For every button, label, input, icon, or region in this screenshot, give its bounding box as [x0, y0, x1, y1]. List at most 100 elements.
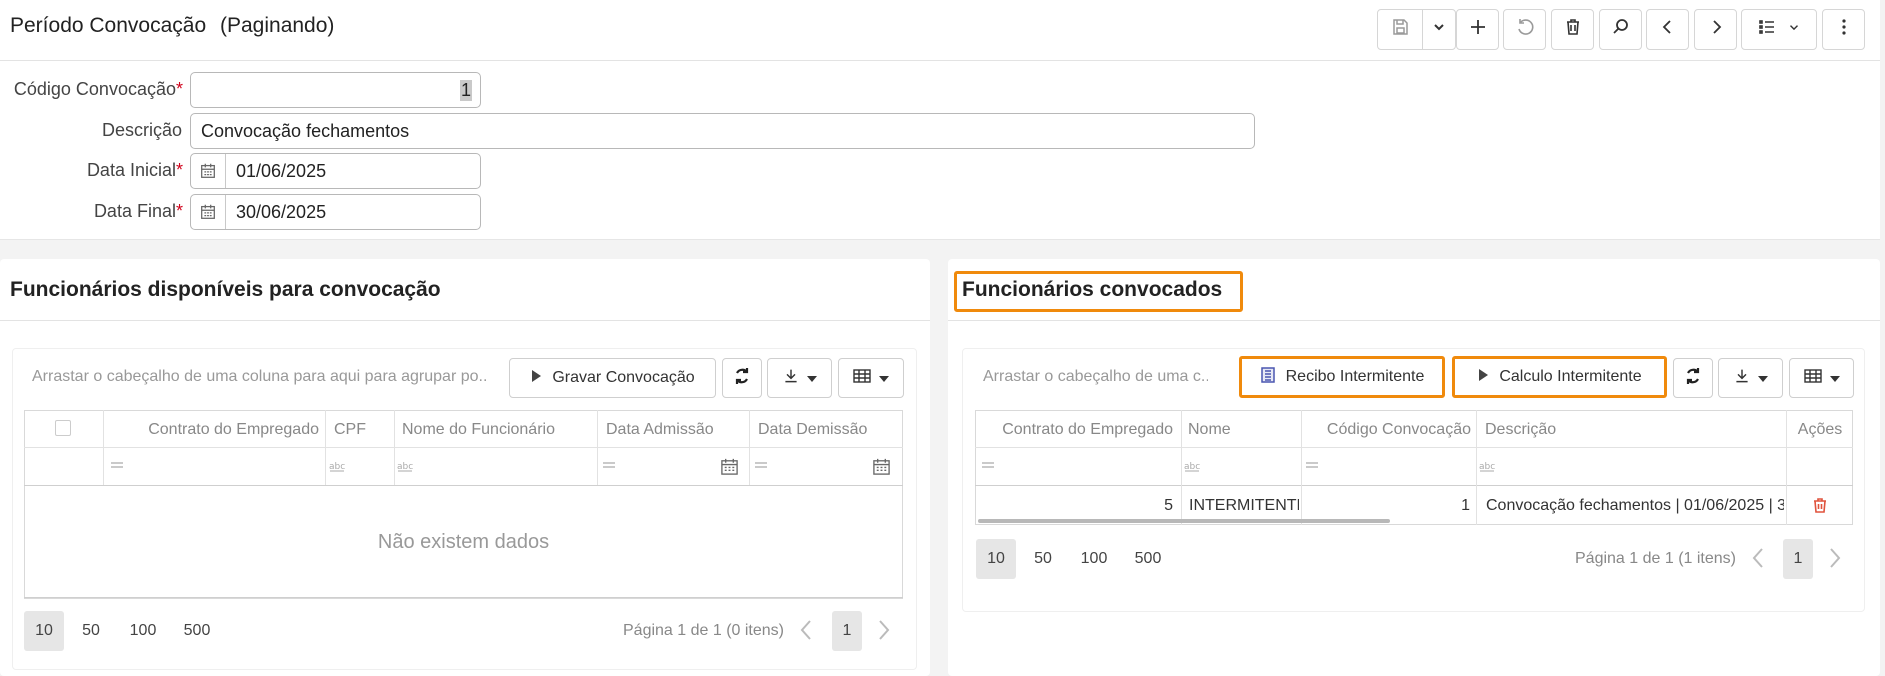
- chevron-left-icon: [1658, 17, 1678, 42]
- equals-filter-icon[interactable]: [754, 461, 768, 469]
- equals-filter-icon[interactable]: [110, 461, 124, 469]
- page-size-option[interactable]: 50: [74, 611, 108, 651]
- delete-row-icon[interactable]: [1812, 497, 1828, 519]
- header-row-divider: [975, 447, 1853, 448]
- prev-page-icon[interactable]: [1751, 547, 1765, 574]
- refresh-button[interactable]: [722, 358, 762, 398]
- caret-down-icon: [879, 369, 889, 387]
- select-all-checkbox[interactable]: [55, 420, 71, 436]
- download-icon: [1734, 368, 1750, 389]
- export-button[interactable]: [767, 358, 832, 398]
- convoked-employees-title: Funcionários convocados: [962, 278, 1223, 301]
- add-button[interactable]: [1456, 9, 1499, 50]
- calendar-icon[interactable]: [872, 457, 891, 476]
- page-info: Página 1 de 1 (0 itens): [623, 622, 784, 639]
- equals-filter-icon[interactable]: [1305, 461, 1319, 469]
- more-options-button[interactable]: [1822, 9, 1865, 50]
- text-filter-icon[interactable]: abc: [329, 459, 345, 473]
- column-chooser-button[interactable]: [1789, 358, 1854, 398]
- next-record-button[interactable]: [1694, 9, 1737, 50]
- page-size-option[interactable]: 10: [24, 611, 64, 651]
- more-vertical-icon: [1834, 17, 1854, 42]
- column-header[interactable]: Data Demissão: [758, 421, 898, 439]
- text-filter-icon[interactable]: abc: [397, 459, 413, 473]
- gravar-convocacao-button[interactable]: Gravar Convocação: [509, 358, 716, 398]
- column-header[interactable]: Código Convocação: [1306, 421, 1471, 439]
- gravar-convocacao-label: Gravar Convocação: [552, 369, 695, 386]
- search-button[interactable]: [1599, 9, 1642, 50]
- list-view-button[interactable]: [1741, 9, 1817, 50]
- descricao-input[interactable]: Convocação fechamentos: [190, 113, 1255, 149]
- horizontal-scrollbar[interactable]: [978, 519, 1390, 523]
- page-size-option[interactable]: 10: [976, 539, 1016, 579]
- download-icon: [783, 368, 799, 389]
- column-header[interactable]: Nome do Funcionário: [402, 421, 592, 439]
- page-size-option[interactable]: 50: [1026, 539, 1060, 579]
- col-divider: [325, 410, 326, 485]
- data-final-label: Data Final*: [93, 201, 183, 221]
- col-divider: [394, 410, 395, 485]
- text-filter-icon[interactable]: abc: [1479, 459, 1495, 473]
- prev-page-icon[interactable]: [799, 619, 813, 646]
- data-final-input[interactable]: 30/06/2025: [190, 194, 481, 230]
- equals-filter-icon[interactable]: [602, 461, 616, 469]
- nome-cell: INTERMITENTE: [1189, 497, 1299, 514]
- receipt-icon: [1260, 366, 1276, 388]
- refresh-icon: [732, 366, 752, 391]
- next-page-icon[interactable]: [1828, 547, 1842, 574]
- export-button[interactable]: [1718, 358, 1783, 398]
- caret-down-icon: [1757, 369, 1768, 387]
- descricao-value: Convocação fechamentos: [201, 120, 410, 141]
- save-button[interactable]: [1377, 9, 1423, 50]
- chevron-down-icon: [1787, 20, 1801, 39]
- column-header[interactable]: Contrato do Empregado: [104, 421, 319, 439]
- column-header[interactable]: Contrato do Empregado: [980, 421, 1173, 439]
- grid-bottom-border: [24, 597, 903, 598]
- current-page[interactable]: 1: [832, 611, 862, 651]
- empty-state: Não existem dados: [377, 531, 550, 553]
- undo-button[interactable]: [1503, 9, 1546, 50]
- calendar-icon[interactable]: [191, 195, 226, 229]
- calculo-intermitente-label: Calculo Intermitente: [1499, 368, 1642, 385]
- column-header[interactable]: Data Admissão: [606, 421, 746, 439]
- grouping-hint: Arrastar o cabeçalho de uma c...: [983, 368, 1208, 385]
- column-header[interactable]: Descrição: [1485, 421, 1780, 439]
- page-title-text: Período Convocação: [10, 14, 207, 37]
- page-size-option[interactable]: 100: [1075, 539, 1113, 579]
- calculo-intermitente-button[interactable]: Calculo Intermitente: [1452, 356, 1667, 398]
- descricao-label: Descrição: [101, 120, 182, 140]
- column-chooser-button[interactable]: [838, 358, 904, 398]
- page-size-option[interactable]: 500: [1129, 539, 1167, 579]
- contrato-cell: 5: [1164, 497, 1173, 514]
- chevron-down-icon: [1429, 17, 1449, 42]
- refresh-button[interactable]: [1673, 358, 1713, 398]
- page-size-option[interactable]: 100: [124, 611, 162, 651]
- column-header[interactable]: CPF: [334, 421, 389, 439]
- recibo-intermitente-button[interactable]: Recibo Intermitente: [1239, 356, 1445, 398]
- calendar-icon[interactable]: [191, 154, 226, 188]
- next-page-icon[interactable]: [877, 619, 891, 646]
- table-icon: [1803, 368, 1822, 388]
- table-icon: [853, 368, 871, 388]
- undo-icon: [1515, 17, 1535, 42]
- page-size-option[interactable]: 500: [178, 611, 216, 651]
- page-info: Página 1 de 1 (1 itens): [1575, 550, 1736, 567]
- page-title: Período Convocação (Paginando): [10, 14, 334, 38]
- previous-record-button[interactable]: [1646, 9, 1689, 50]
- calendar-icon[interactable]: [720, 457, 739, 476]
- header-row-divider: [24, 447, 903, 448]
- data-inicial-value: 01/06/2025: [236, 160, 327, 181]
- header-divider: [0, 60, 1880, 61]
- data-inicial-input[interactable]: 01/06/2025: [190, 153, 481, 189]
- current-page[interactable]: 1: [1783, 539, 1813, 579]
- search-icon: [1611, 17, 1631, 42]
- codigo-input[interactable]: 1: [190, 72, 481, 108]
- equals-filter-icon[interactable]: [981, 461, 995, 469]
- delete-button[interactable]: [1551, 9, 1594, 50]
- filter-row-divider: [24, 485, 903, 486]
- save-dropdown-button[interactable]: [1422, 9, 1456, 50]
- column-header[interactable]: Nome: [1188, 421, 1296, 439]
- text-filter-icon[interactable]: abc: [1184, 459, 1200, 473]
- filter-row-divider: [975, 485, 1853, 486]
- recibo-intermitente-label: Recibo Intermitente: [1285, 368, 1425, 385]
